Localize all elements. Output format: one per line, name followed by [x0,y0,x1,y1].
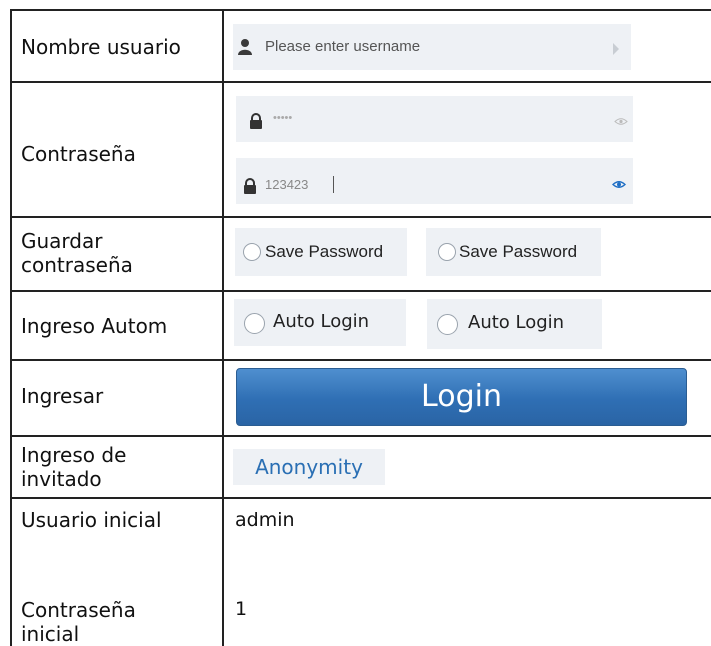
save-password-option-a-label: Save Password [265,242,384,261]
arrow-right-icon[interactable] [611,42,621,56]
radio-icon[interactable] [243,243,261,261]
initial-password-label-line1: Contraseña [21,598,136,622]
save-password-row-label: Guardar contraseña [21,229,133,277]
table-row-divider [10,290,711,292]
password-masked-value: ••••• [273,112,293,124]
initial-user-label: Usuario inicial [21,508,162,532]
eye-icon[interactable] [612,180,626,189]
login-row-label: Ingresar [21,384,104,408]
table-border-left [10,9,12,646]
user-icon [238,39,252,55]
lock-icon [244,178,256,194]
anonymity-button[interactable]: Anonymity [233,449,385,485]
auto-login-option-b[interactable]: Auto Login [427,299,602,349]
auto-login-option-b-label: Auto Login [468,312,565,333]
username-row-label: Nombre usuario [21,35,181,59]
table-column-divider [222,9,224,646]
save-password-option-b[interactable]: Save Password [426,228,601,276]
save-password-option-a[interactable]: Save Password [235,228,407,276]
password-field-visible[interactable]: 123423 [236,158,633,204]
radio-icon[interactable] [244,313,265,334]
guest-login-label-line1: Ingreso de [21,443,127,467]
initial-password-label-line2: inicial [21,622,80,646]
save-password-option-b-label: Save Password [459,242,578,261]
save-password-label-line2: contraseña [21,253,133,277]
initial-user-value: admin [235,509,295,531]
auto-login-option-a-label: Auto Login [273,311,370,332]
table-row-divider [10,497,711,499]
save-password-label-line1: Guardar [21,229,103,253]
lock-icon [250,113,262,129]
initial-password-label: Contraseña inicial [21,598,136,646]
radio-icon[interactable] [438,243,456,261]
table-border-top [10,9,711,11]
table-row-divider [10,359,711,361]
table-row-divider [10,81,711,83]
login-button[interactable]: Login [236,368,687,426]
initial-password-value: 1 [235,598,248,620]
eye-icon[interactable] [614,117,628,126]
table-row-divider [10,216,711,218]
table-row-divider [10,435,711,437]
password-visible-value: 123423 [265,177,309,192]
password-row-label: Contraseña [21,142,136,166]
radio-icon[interactable] [437,314,458,335]
auto-login-option-a[interactable]: Auto Login [234,299,406,346]
username-field[interactable]: Please enter username [233,24,631,70]
text-cursor [333,176,334,193]
guest-login-label-line2: invitado [21,467,102,491]
username-placeholder: Please enter username [265,38,421,55]
password-field-masked[interactable]: ••••• [236,96,633,142]
auto-login-row-label: Ingreso Autom [21,314,168,338]
guest-login-row-label: Ingreso de invitado [21,443,126,491]
